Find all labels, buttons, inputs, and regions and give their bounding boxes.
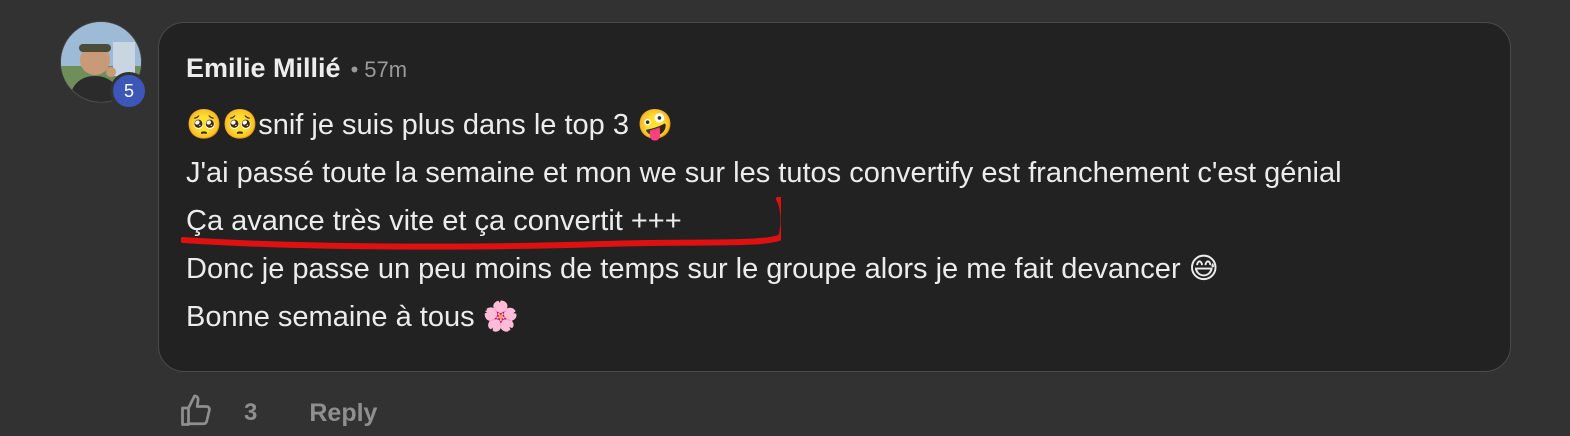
level-badge: 5	[110, 72, 148, 110]
comment-timestamp[interactable]: 57m	[364, 57, 407, 83]
comment-line: 🥺🥺snif je suis plus dans le top 3 🤪	[186, 109, 674, 141]
comment-line: Donc je passe un peu moins de temps sur …	[186, 253, 1219, 285]
thumbs-up-icon[interactable]	[178, 393, 214, 434]
author-avatar[interactable]: 5	[60, 21, 148, 110]
comment-line: Ça avance très vite et ça convertit +++	[186, 205, 682, 237]
author-name[interactable]: Emilie Millié	[186, 53, 341, 84]
comment-line: J'ai passé toute la semaine et mon we su…	[186, 157, 1342, 189]
reply-button[interactable]: Reply	[309, 399, 377, 428]
comment-bubble: Emilie Millié • 57m 🥺🥺snif je suis plus …	[158, 22, 1511, 372]
comment: 5 Emilie Millié • 57m 🥺🥺snif je suis plu…	[0, 0, 1570, 436]
meta-separator: •	[350, 57, 359, 82]
comment-body: 🥺🥺snif je suis plus dans le top 3 🤪 J'ai…	[186, 101, 1496, 341]
comment-header: Emilie Millié • 57m	[186, 53, 407, 89]
comment-line: Bonne semaine à tous 🌸	[186, 301, 519, 333]
comment-actions: 3 Reply	[178, 390, 377, 436]
like-count[interactable]: 3	[244, 399, 257, 427]
like-button[interactable]: 3	[178, 393, 257, 434]
